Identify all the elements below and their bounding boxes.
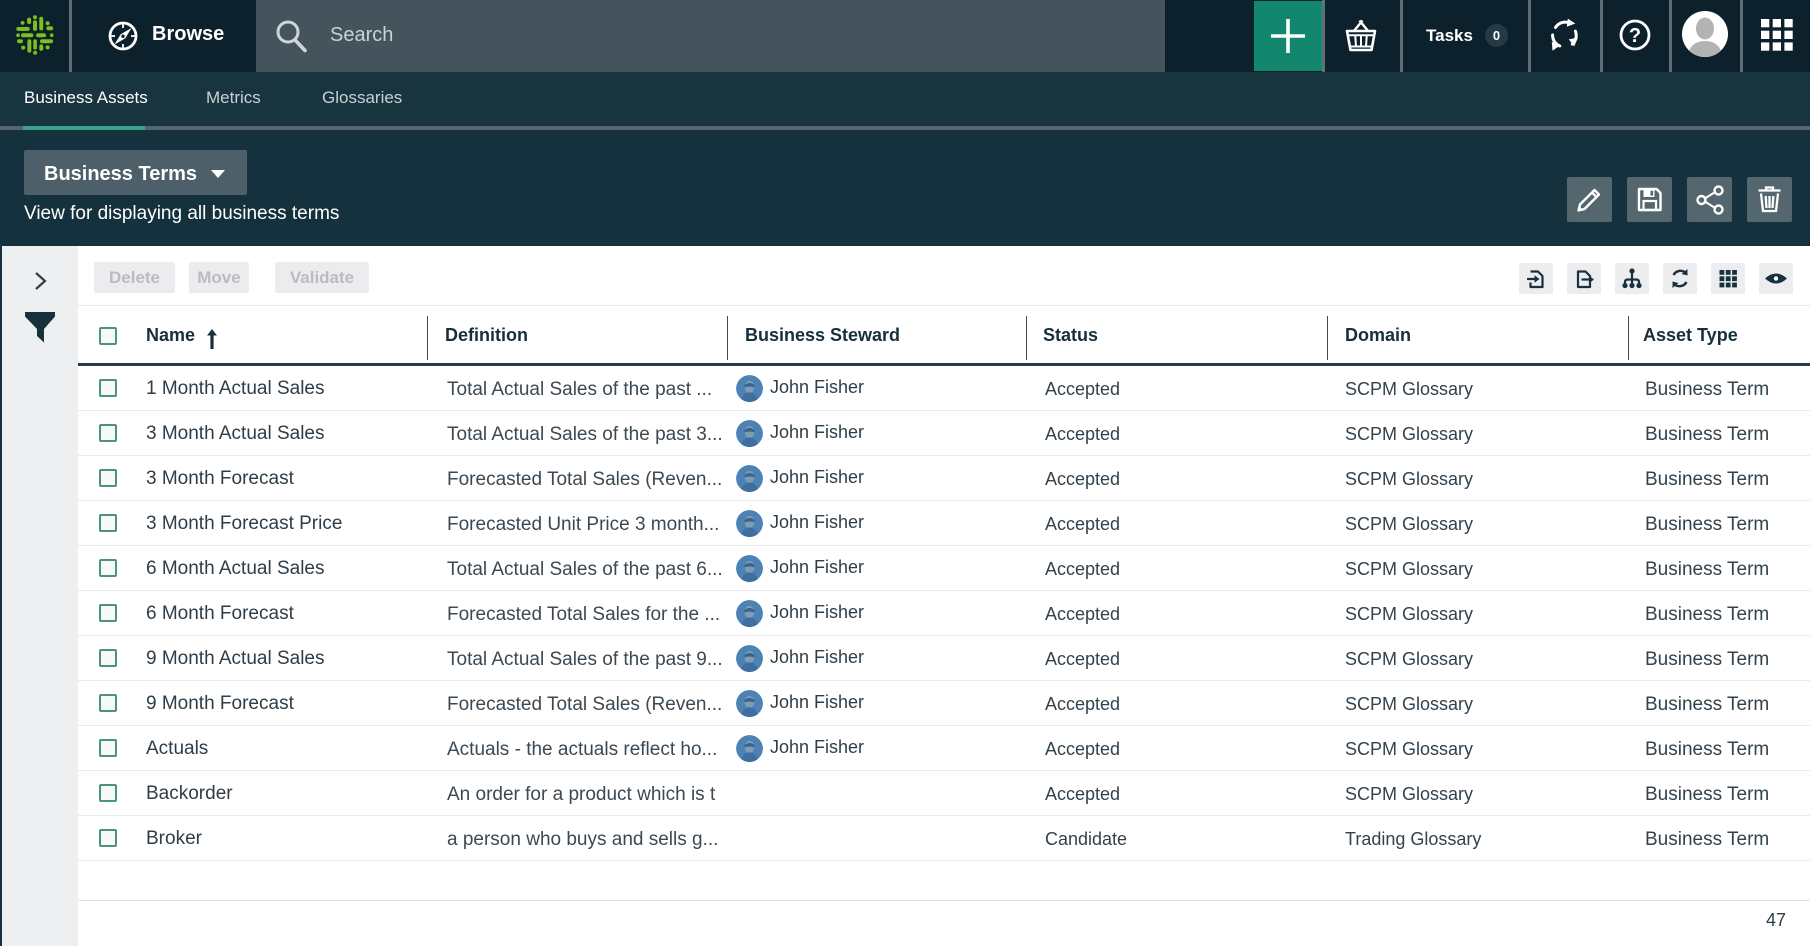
svg-text:?: ?: [1629, 25, 1641, 47]
